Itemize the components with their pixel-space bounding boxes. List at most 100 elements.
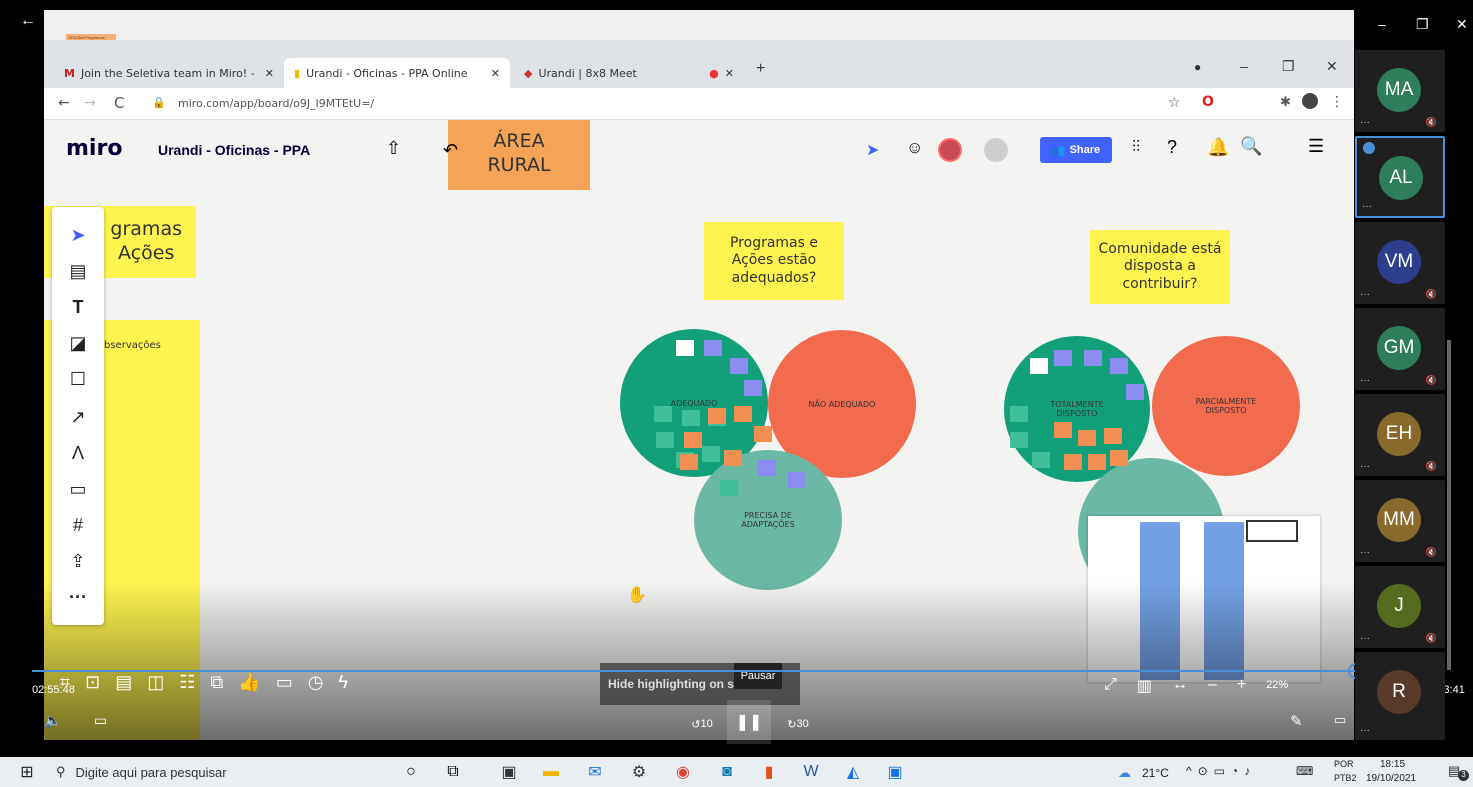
chrome-icon[interactable]: ◉ (672, 761, 694, 783)
pen-tool-icon[interactable]: Λ (64, 439, 92, 467)
mail-icon[interactable]: ✉ (584, 761, 606, 783)
browser-menu-icon[interactable]: ⋮ (1330, 94, 1344, 110)
shape-tool-icon[interactable]: ☐ (64, 365, 92, 393)
chat-icon[interactable]: ▤ (115, 672, 132, 702)
browser-close-button[interactable]: ✕ (1326, 58, 1338, 75)
mini-sticky[interactable] (1064, 454, 1082, 470)
captions-icon[interactable]: ▭ (94, 712, 107, 729)
more-icon[interactable]: ··· (1360, 633, 1370, 644)
vote-icon[interactable]: 👍 (238, 672, 260, 702)
more-tools-icon[interactable]: ··· (64, 583, 92, 611)
mini-sticky[interactable] (1032, 452, 1050, 468)
edit-pencil-icon[interactable]: ✎ (1290, 712, 1303, 730)
reload-icon[interactable]: C (114, 94, 124, 112)
screens-icon[interactable]: ◫ (147, 672, 164, 702)
select-tool-icon[interactable]: ➤ (64, 221, 92, 249)
cortana-icon[interactable]: ○ (400, 761, 422, 783)
search-icon[interactable]: 🔍 (1240, 136, 1262, 157)
text-tool-icon[interactable]: T (64, 293, 92, 321)
opera-icon[interactable]: O (1202, 94, 1214, 110)
share-button[interactable]: 👥 Share (1040, 137, 1112, 163)
mini-sticky[interactable] (702, 446, 720, 462)
mini-sticky[interactable] (754, 426, 772, 442)
participant-tile[interactable]: VM ··· 🔇 (1355, 222, 1445, 304)
mini-sticky[interactable] (734, 406, 752, 422)
add-reaction-icon[interactable]: ☺ (906, 138, 923, 158)
sticky-question-comunidade[interactable]: Comunidade está disposta a contribuir? (1090, 230, 1230, 304)
more-icon[interactable]: ··· (1360, 725, 1370, 736)
export-upload-icon[interactable]: ⇧ (386, 138, 401, 159)
more-icon[interactable]: ··· (1360, 289, 1370, 300)
zoom-in-button[interactable]: + (1237, 676, 1246, 696)
window-restore-button[interactable]: ❐ (1416, 16, 1429, 33)
mini-sticky[interactable] (704, 340, 722, 356)
tab-close-icon[interactable]: ✕ (491, 67, 500, 80)
participant-tile[interactable]: MM ··· 🔇 (1355, 480, 1445, 562)
mini-sticky[interactable] (656, 432, 674, 448)
mini-sticky[interactable] (1084, 350, 1102, 366)
participant-tile[interactable]: MA ··· 🔇 (1355, 50, 1445, 132)
participant-tile[interactable]: EH ··· 🔇 (1355, 394, 1445, 476)
fit-width-icon[interactable]: ↔ (1172, 676, 1188, 696)
participant-tile[interactable]: J ··· 🔇 (1355, 566, 1445, 648)
file-explorer-icon[interactable]: ▬ (540, 761, 562, 783)
mini-sticky[interactable] (758, 460, 776, 476)
browser-restore-button[interactable]: ❐ (1282, 58, 1295, 75)
photos-icon[interactable]: ◭ (842, 761, 864, 783)
settings-sliders-icon[interactable]: ⫶⫶ (1132, 139, 1140, 157)
help-icon[interactable]: ? (1167, 137, 1177, 158)
sticky-question-programas[interactable]: Programas e Ações estão adequados? (704, 222, 844, 300)
input-layout[interactable]: PTB2 (1334, 773, 1357, 783)
nav-back-icon[interactable]: ← (58, 95, 70, 111)
undo-icon[interactable]: ↶ (443, 140, 458, 161)
cursor-reactions-icon[interactable]: ➤ (866, 140, 879, 160)
minimap-viewport[interactable] (1246, 520, 1298, 542)
app-q-icon[interactable]: ◙ (716, 761, 738, 783)
taskbar-search[interactable]: ⚲ Digite aqui para pesquisar (56, 761, 376, 783)
volume-icon[interactable]: 🔈 (44, 712, 61, 729)
mini-sticky[interactable] (720, 480, 738, 496)
mini-sticky[interactable] (1054, 422, 1072, 438)
tab-miro-board[interactable]: ▮ Urandi - Oficinas - PPA Online ✕ (284, 58, 510, 88)
board-title[interactable]: Urandi - Oficinas - PPA (158, 142, 310, 158)
mini-sticky[interactable] (708, 408, 726, 424)
upload-tool-icon[interactable]: ⇪ (64, 547, 92, 575)
more-icon[interactable]: ··· (1360, 461, 1370, 472)
frame-tool-icon[interactable]: # (64, 511, 92, 539)
extension-icon[interactable]: ● (1194, 60, 1201, 74)
mini-sticky[interactable] (1078, 430, 1096, 446)
windows-start-icon[interactable]: ⊞ (16, 761, 38, 783)
more-icon[interactable]: ··· (1362, 201, 1372, 212)
mini-sticky[interactable] (724, 450, 742, 466)
mini-sticky[interactable] (1010, 406, 1028, 422)
url-field[interactable]: miro.com/app/board/o9J_l9MTEtU=/ (178, 97, 374, 110)
mini-sticky[interactable] (788, 472, 806, 488)
sticky-area-rural[interactable]: ÁREA RURAL (448, 118, 590, 190)
present-icon[interactable]: ⊡ (85, 672, 100, 702)
clock-time[interactable]: 18:15 (1380, 759, 1405, 770)
apps-icon[interactable]: ϟ (338, 672, 348, 702)
mini-sticky[interactable] (1030, 358, 1048, 374)
mini-sticky[interactable] (730, 358, 748, 374)
collaborator-avatar[interactable] (984, 138, 1008, 162)
clock-date[interactable]: 19/10/2021 (1366, 773, 1416, 784)
more-icon[interactable]: ··· (1360, 375, 1370, 386)
mini-sticky[interactable] (654, 406, 672, 422)
weather-icon[interactable]: ☁ (1118, 765, 1131, 781)
notifications-bell-icon[interactable]: 🔔 (1207, 137, 1229, 158)
mini-sticky[interactable] (1088, 454, 1106, 470)
tab-close-icon[interactable]: ✕ (725, 67, 734, 80)
mini-sticky[interactable] (744, 380, 762, 396)
mini-sticky[interactable] (1126, 384, 1144, 400)
window-close-button[interactable]: ✕ (1456, 16, 1468, 33)
mini-sticky[interactable] (680, 454, 698, 470)
media-app-icon[interactable]: ▣ (884, 761, 906, 783)
sticky-note-tool-icon[interactable]: ◪ (64, 329, 92, 357)
skip-forward-button[interactable]: ↻ 30 (786, 712, 810, 736)
participant-tile-active[interactable]: AL ··· (1355, 136, 1445, 218)
weather-temp[interactable]: 21°C (1142, 766, 1169, 780)
mini-sticky[interactable] (1054, 350, 1072, 366)
store-icon[interactable]: ▣ (498, 761, 520, 783)
settings-gear-icon[interactable]: ⚙ (628, 761, 650, 783)
collaborator-avatar[interactable] (938, 138, 962, 162)
